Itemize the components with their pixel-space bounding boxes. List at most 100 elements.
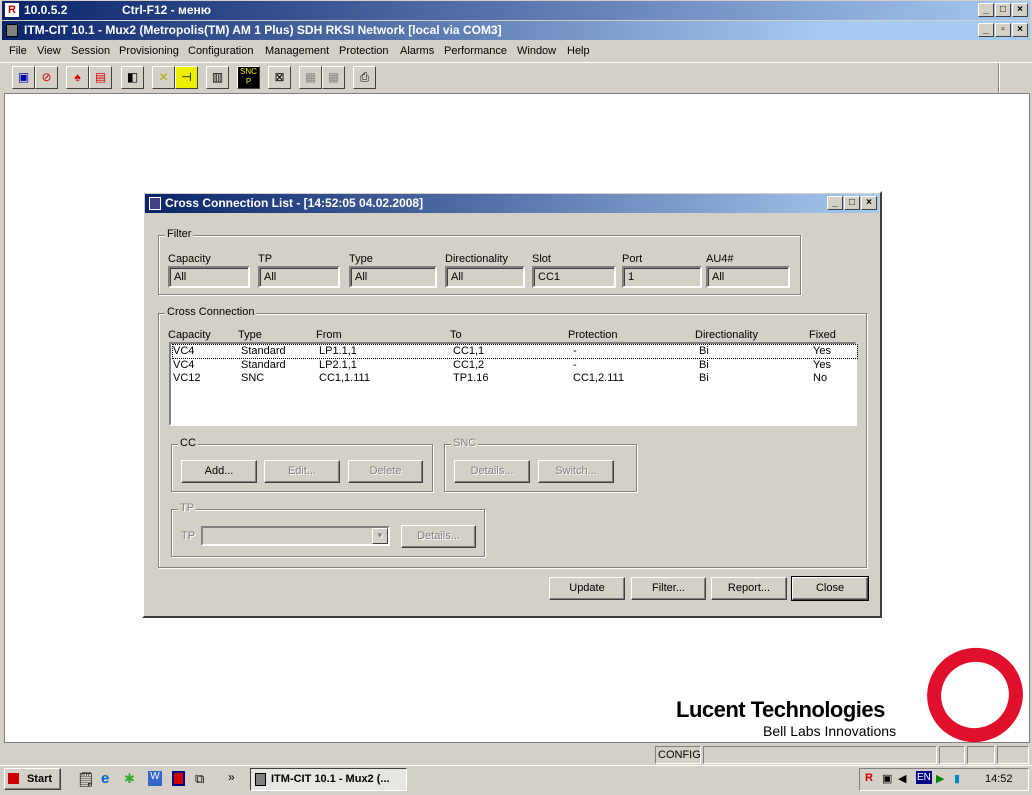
table-row[interactable]: VC4 Standard LP2.1,1 CC1,2 - Bi Yes <box>173 359 857 372</box>
menu-view[interactable]: View <box>37 41 61 61</box>
task-label: ITM-CIT 10.1 - Mux2 (... <box>271 773 390 785</box>
start-label: Start <box>26 773 53 785</box>
menu-configuration[interactable]: Configuration <box>188 41 253 61</box>
taskbar-task-itm-cit[interactable]: ITM-CIT 10.1 - Mux2 (... <box>250 768 407 791</box>
logo-company: Lucent Technologies <box>676 697 885 722</box>
print-icon[interactable]: ⎙ <box>353 66 376 89</box>
dialog-close-button[interactable]: × <box>861 196 877 210</box>
table-cell: Yes <box>813 345 831 357</box>
save-icon[interactable] <box>172 771 185 786</box>
type-field: All <box>349 266 437 288</box>
app-quicklaunch-icon[interactable]: ✱ <box>124 771 135 787</box>
windows-logo-icon <box>8 773 19 784</box>
clock: 14:52 <box>985 773 1013 785</box>
table-cell: Standard <box>241 345 286 357</box>
dialog-minimize-button[interactable]: _ <box>827 196 843 210</box>
disconnect-icon[interactable]: ⊘ <box>35 66 58 89</box>
tray-battery-icon[interactable]: ▮ <box>954 772 960 785</box>
snc-details-button[interactable]: Details... <box>454 460 530 483</box>
cross-connect-icon[interactable]: ✕ <box>152 66 175 89</box>
column-type[interactable]: Type <box>238 329 262 341</box>
maximize-button[interactable]: □ <box>995 3 1011 17</box>
add-button[interactable]: Add... <box>181 460 257 483</box>
port-icon[interactable]: ⊣ <box>175 66 198 89</box>
table-row[interactable]: VC12 SNC CC1,1.111 TP1.16 CC1,2.111 Bi No <box>173 372 857 385</box>
edit-button[interactable]: Edit... <box>264 460 340 483</box>
menu-provisioning[interactable]: Provisioning <box>119 41 179 61</box>
menu-alarms[interactable]: Alarms <box>400 41 434 61</box>
menu-management[interactable]: Management <box>265 41 329 61</box>
equipment-icon[interactable]: ▥ <box>206 66 229 89</box>
desktop-icon[interactable]: 🗒 <box>77 771 95 788</box>
table-cell: TP1.16 <box>453 372 489 384</box>
filter-button[interactable]: Filter... <box>631 577 706 600</box>
tp-details-button[interactable]: Details... <box>401 525 476 548</box>
report-icon[interactable]: ⊠ <box>268 66 291 89</box>
menu-performance[interactable]: Performance <box>444 41 507 61</box>
connect-icon[interactable]: ▣ <box>12 66 35 89</box>
cross-connection-list[interactable]: VC4 Standard LP1.1,1 CC1,1 - Bi Yes VC4 Standar… <box>169 342 858 426</box>
column-fixed[interactable]: Fixed <box>809 329 836 341</box>
menu-file[interactable]: File <box>9 41 27 61</box>
filter-group-label: Filter <box>165 228 194 240</box>
table-cell: CC1,1 <box>453 345 485 357</box>
column-from[interactable]: From <box>316 329 342 341</box>
close-button[interactable]: × <box>1012 3 1028 17</box>
app-minimize-button[interactable]: _ <box>978 23 994 37</box>
app-restore-button[interactable]: ▫ <box>995 23 1011 37</box>
ie-icon[interactable]: e <box>101 770 109 787</box>
menu-protection[interactable]: Protection <box>339 41 389 61</box>
app-icon: R <box>5 3 19 17</box>
report-button[interactable]: Report... <box>711 577 787 600</box>
dialog-title: Cross Connection List - [14:52:05 04.02.… <box>165 196 424 210</box>
table-cell: VC12 <box>173 372 201 384</box>
switch-button[interactable]: Switch... <box>538 460 614 483</box>
delete-button[interactable]: Delete <box>348 460 423 483</box>
language-indicator[interactable]: EN <box>916 771 932 784</box>
tp-select[interactable]: ▼ <box>201 526 390 546</box>
tray-media-icon[interactable]: ▶ <box>936 772 944 785</box>
alarm-list-icon[interactable]: ▤ <box>89 66 112 89</box>
sncp-icon[interactable]: SNC P <box>237 66 260 89</box>
network-icon[interactable]: ⧉ <box>195 771 204 787</box>
update-button[interactable]: Update <box>549 577 625 600</box>
table-cell: LP2.1,1 <box>319 359 357 371</box>
column-directionality[interactable]: Directionality <box>695 329 758 341</box>
logo-tagline: Bell Labs Innovations <box>763 723 897 739</box>
slot-label: Slot <box>532 253 551 265</box>
directionality-field: All <box>445 266 525 288</box>
menu-window[interactable]: Window <box>517 41 556 61</box>
au4-label: AU4# <box>706 253 734 265</box>
tp-field: All <box>258 266 340 288</box>
table-cell: Bi <box>699 359 709 371</box>
table-cell: CC1,2.111 <box>573 372 624 384</box>
quicklaunch-more[interactable]: » <box>228 770 235 784</box>
word-icon[interactable]: W <box>148 771 162 786</box>
column-capacity[interactable]: Capacity <box>168 329 211 341</box>
table-cell: - <box>573 359 577 371</box>
close-dialog-button[interactable]: Close <box>791 576 869 601</box>
slot-a-icon[interactable]: ▦ <box>299 66 322 89</box>
column-protection[interactable]: Protection <box>568 329 618 341</box>
start-button[interactable]: Start <box>4 768 61 790</box>
computer-icon <box>6 24 18 37</box>
cross-connection-group-label: Cross Connection <box>165 306 257 318</box>
slot-b-icon[interactable]: ▦ <box>322 66 345 89</box>
chevron-down-icon[interactable]: ▼ <box>372 528 388 544</box>
menu-help[interactable]: Help <box>567 41 590 61</box>
port-label: Port <box>622 253 643 265</box>
minimize-button[interactable]: _ <box>978 3 994 17</box>
capacity-field: All <box>168 266 250 288</box>
ne-icon[interactable]: ◧ <box>121 66 144 89</box>
tray-app-icon[interactable]: R <box>865 772 873 784</box>
tray-network-icon[interactable]: ▣ <box>882 772 892 785</box>
column-to[interactable]: To <box>450 329 462 341</box>
alarm-bell-icon[interactable]: ♠ <box>66 66 89 89</box>
app-close-button[interactable]: × <box>1012 23 1028 37</box>
snc-group-label: SNC <box>451 437 479 449</box>
tp-group: TP TP ▼ Details... <box>171 502 485 557</box>
volume-icon[interactable]: ◀ <box>898 772 906 785</box>
dialog-maximize-button[interactable]: □ <box>844 196 860 210</box>
menu-session[interactable]: Session <box>71 41 110 61</box>
table-row[interactable]: VC4 Standard LP1.1,1 CC1,1 - Bi Yes <box>172 344 858 359</box>
